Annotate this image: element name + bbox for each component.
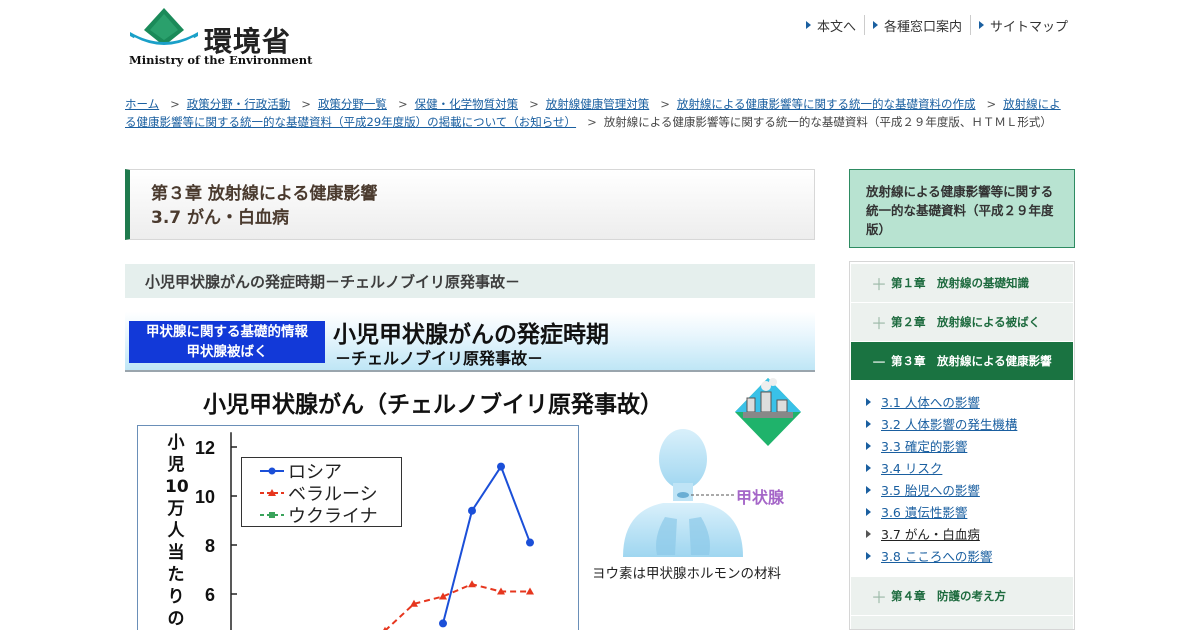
minus-icon: － — [871, 353, 888, 372]
slide-figure: 甲状腺に関する基礎的情報 甲状腺被ばく 小児甲状腺がんの発症時期 －チェルノブイ… — [125, 312, 815, 630]
chapter-title: 第３章 放射線による健康影響 — [151, 184, 378, 204]
chart-legend: ロシア ベラルーシ ウクライナ — [241, 457, 402, 527]
breadcrumb-link[interactable]: 政策分野一覧 — [318, 97, 387, 111]
triangle-right-icon — [978, 21, 984, 29]
sidebar-subitem[interactable]: 3.2 人体影響の発生機構 — [866, 414, 1017, 433]
triangle-right-icon — [866, 419, 871, 428]
sidebar-subitem[interactable]: 3.1 人体への影響 — [866, 392, 980, 411]
breadcrumb-link[interactable]: ホーム — [125, 97, 159, 111]
y-tick-label: 6 — [205, 585, 215, 605]
y-axis-label-char: り — [167, 587, 185, 607]
data-point-belarus — [468, 580, 476, 588]
legend-marker-russia — [260, 467, 284, 475]
sidebar-chapter-5[interactable] — [851, 616, 1073, 629]
legend-item-ukraine: ウクライナ — [242, 504, 378, 527]
breadcrumb-link[interactable]: 政策分野・行政活動 — [187, 97, 291, 111]
y-tick-label: 12 — [195, 438, 215, 458]
y-axis-label-char: 人 — [167, 521, 185, 541]
section-title: 3.7 がん・白血病 — [151, 208, 290, 228]
ministry-logo[interactable]: 環境省 Ministry of the Environment — [128, 8, 312, 70]
series-line-russia — [442, 464, 531, 624]
data-point-belarus — [526, 587, 534, 595]
sidebar-subitem[interactable]: 3.6 遺伝性影響 — [866, 502, 967, 521]
plus-icon: ＋ — [871, 588, 888, 607]
sidebar-subitem[interactable]: 3.5 胎児への影響 — [866, 480, 980, 499]
sidebar-subitem[interactable]: 3.8 こころへの影響 — [866, 546, 992, 565]
nav-main-content[interactable]: 本文へ — [798, 15, 864, 35]
nav-sitemap[interactable]: サイトマップ — [969, 15, 1076, 35]
y-axis-label-char: 万 — [167, 499, 185, 519]
sidebar-chapter-1[interactable]: ＋ 第１章 放射線の基礎知識 — [851, 264, 1073, 302]
legend-marker-ukraine — [260, 512, 284, 518]
y-axis-label-char: た — [167, 565, 185, 585]
sidebar-subitem-current[interactable]: 3.7 がん・白血病 — [866, 524, 980, 543]
y-tick-label: 10 — [195, 487, 215, 507]
breadcrumb: ホーム > 政策分野・行政活動 > 政策分野一覧 > 保健・化学物質対策 > 放射線健康管理対策… — [125, 97, 1061, 129]
subheading: 小児甲状腺がんの発症時期－チェルノブイリ原発事故－ — [125, 264, 815, 298]
triangle-right-icon — [866, 551, 871, 560]
data-point-russia — [439, 619, 447, 628]
triangle-right-icon — [866, 485, 871, 494]
breadcrumb-link[interactable]: 放射線による健康影響等に関する統一的な基礎資料の作成 — [677, 97, 976, 111]
data-point-russia — [526, 538, 534, 547]
sidebar-chapter-3[interactable]: － 第３章 放射線による健康影響 — [851, 342, 1073, 380]
triangle-right-icon — [866, 463, 871, 472]
data-point-russia — [468, 506, 476, 515]
y-tick-label: 8 — [205, 536, 215, 556]
y-axis-label-char: の — [167, 609, 185, 629]
human-body-figure-icon — [623, 429, 743, 557]
breadcrumb-link[interactable]: 保健・化学物質対策 — [415, 97, 519, 111]
sidebar-nav: ＋ 第１章 放射線の基礎知識 ＋ 第２章 放射線による被ばく － 第３章 放射線… — [849, 261, 1075, 630]
triangle-right-icon — [866, 397, 871, 406]
y-axis-label-char: 当 — [167, 543, 185, 563]
ministry-emblem-icon — [130, 8, 198, 47]
plus-icon: ＋ — [871, 314, 888, 333]
plus-icon: ＋ — [871, 275, 888, 294]
data-point-russia — [497, 462, 505, 471]
triangle-right-icon — [866, 529, 871, 538]
nav-contact-info[interactable]: 各種窓口案内 — [863, 15, 970, 35]
sidebar-subitem[interactable]: 3.4 リスク — [866, 458, 942, 477]
y-axis-label-char: 児 — [167, 455, 185, 475]
triangle-right-icon — [866, 441, 871, 450]
thyroid-label: 甲状腺 — [736, 488, 785, 507]
top-nav: 本文へ 各種窓口案内 サイトマップ — [798, 15, 1076, 35]
triangle-right-icon — [866, 507, 871, 516]
y-axis-label-char: 小 — [167, 433, 185, 453]
sidebar-chapter-2[interactable]: ＋ 第２章 放射線による被ばく — [851, 303, 1073, 341]
breadcrumb-current: 放射線による健康影響等に関する統一的な基礎資料（平成２９年度版、ＨＴＭＬ形式） — [603, 115, 1052, 129]
triangle-right-icon — [872, 21, 878, 29]
legend-marker-belarus — [260, 489, 284, 496]
page: 環境省 Ministry of the Environment 本文へ 各種窓口… — [0, 0, 1200, 630]
figure-caption: ヨウ素は甲状腺ホルモンの材料 — [592, 566, 781, 582]
sidebar-subitem[interactable]: 3.3 確定的影響 — [866, 436, 967, 455]
page-title: 第３章 放射線による健康影響 3.7 がん・白血病 — [125, 169, 815, 240]
legend-item-russia: ロシア — [242, 460, 342, 483]
legend-item-belarus: ベラルーシ — [242, 482, 378, 505]
sidebar-title[interactable]: 放射線による健康影響等に関する統一的な基礎資料（平成２９年度版） — [849, 169, 1075, 248]
breadcrumb-link[interactable]: 放射線健康管理対策 — [546, 97, 650, 111]
y-axis-label: 小児10万人当たりの甲 — [165, 432, 189, 630]
sidebar-chapter-4[interactable]: ＋ 第４章 防護の考え方 — [851, 577, 1073, 615]
series-line-belarus — [384, 583, 530, 630]
y-axis-label-char: 10 — [165, 477, 189, 497]
logo-english: Ministry of the Environment — [129, 53, 313, 67]
triangle-right-icon — [805, 21, 811, 29]
